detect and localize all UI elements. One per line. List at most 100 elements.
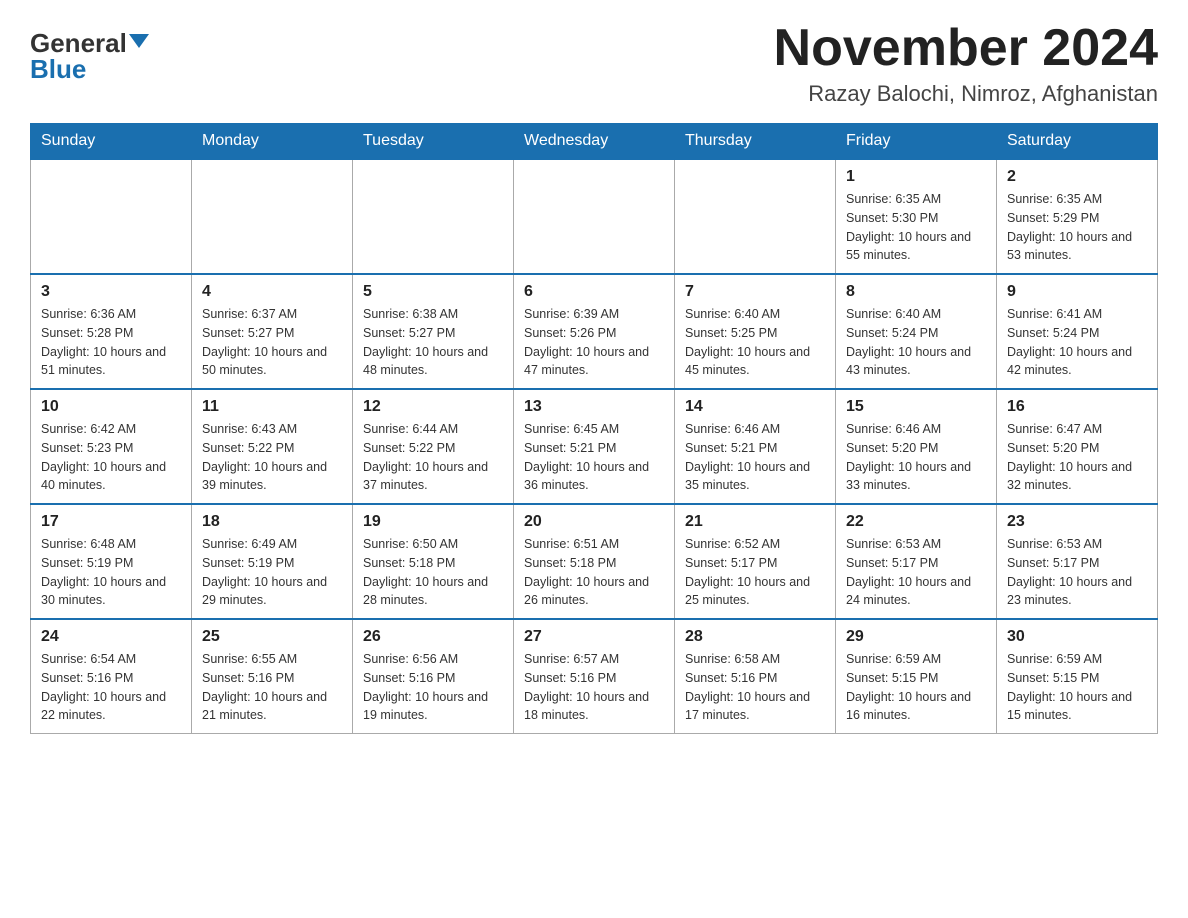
cell-sun-info: Sunrise: 6:47 AMSunset: 5:20 PMDaylight:…	[1007, 420, 1147, 495]
calendar-row: 24Sunrise: 6:54 AMSunset: 5:16 PMDayligh…	[31, 619, 1158, 734]
cell-sun-info: Sunrise: 6:35 AMSunset: 5:29 PMDaylight:…	[1007, 190, 1147, 265]
cell-sun-info: Sunrise: 6:53 AMSunset: 5:17 PMDaylight:…	[846, 535, 986, 610]
cell-day-number: 5	[363, 283, 503, 301]
cell-day-number: 19	[363, 513, 503, 531]
calendar-row: 10 Sunrise: 6:42 AMSunset: 5:23 PMDayligh…	[31, 389, 1158, 504]
cell-day-number: 22	[846, 513, 986, 531]
calendar-table: SundayMondayTuesdayWednesdayThursdayFrid…	[30, 123, 1158, 734]
cell-sun-info: Sunrise: 6:46 AMSunset: 5:20 PMDaylight:…	[846, 420, 986, 495]
calendar-cell: 3 Sunrise: 6:36 AMSunset: 5:28 PMDaylight…	[31, 274, 192, 389]
calendar-cell: 4 Sunrise: 6:37 AMSunset: 5:27 PMDaylight…	[192, 274, 353, 389]
calendar-cell: 2 Sunrise: 6:35 AMSunset: 5:29 PMDaylight…	[997, 159, 1158, 274]
cell-sun-info: Sunrise: 6:37 AMSunset: 5:27 PMDaylight:…	[202, 305, 342, 380]
cell-sun-info: Sunrise: 6:43 AMSunset: 5:22 PMDaylight:…	[202, 420, 342, 495]
calendar-cell: 28Sunrise: 6:58 AMSunset: 5:16 PMDayligh…	[675, 619, 836, 734]
calendar-cell: 21Sunrise: 6:52 AMSunset: 5:17 PMDayligh…	[675, 504, 836, 619]
calendar-cell: 1Sunrise: 6:35 AMSunset: 5:30 PMDaylight…	[836, 159, 997, 274]
cell-sun-info: Sunrise: 6:36 AMSunset: 5:28 PMDaylight:…	[41, 305, 181, 380]
cell-day-number: 18	[202, 513, 342, 531]
cell-sun-info: Sunrise: 6:53 AMSunset: 5:17 PMDaylight:…	[1007, 535, 1147, 610]
calendar-cell: 24Sunrise: 6:54 AMSunset: 5:16 PMDayligh…	[31, 619, 192, 734]
logo-general: General	[30, 30, 127, 56]
calendar-cell: 25 Sunrise: 6:55 AMSunset: 5:16 PMDayligh…	[192, 619, 353, 734]
weekday-header: Sunday	[31, 124, 192, 160]
calendar-cell: 27 Sunrise: 6:57 AMSunset: 5:16 PMDayligh…	[514, 619, 675, 734]
cell-day-number: 12	[363, 398, 503, 416]
cell-day-number: 29	[846, 628, 986, 646]
calendar-cell: 23 Sunrise: 6:53 AMSunset: 5:17 PMDayligh…	[997, 504, 1158, 619]
cell-day-number: 13	[524, 398, 664, 416]
calendar-cell	[353, 159, 514, 274]
cell-day-number: 14	[685, 398, 825, 416]
cell-day-number: 23	[1007, 513, 1147, 531]
calendar-cell: 6Sunrise: 6:39 AMSunset: 5:26 PMDaylight…	[514, 274, 675, 389]
calendar-cell	[192, 159, 353, 274]
cell-day-number: 15	[846, 398, 986, 416]
calendar-row: 3 Sunrise: 6:36 AMSunset: 5:28 PMDaylight…	[31, 274, 1158, 389]
cell-sun-info: Sunrise: 6:59 AMSunset: 5:15 PMDaylight:…	[846, 650, 986, 725]
cell-day-number: 11	[202, 398, 342, 416]
cell-sun-info: Sunrise: 6:40 AMSunset: 5:24 PMDaylight:…	[846, 305, 986, 380]
calendar-cell: 7 Sunrise: 6:40 AMSunset: 5:25 PMDaylight…	[675, 274, 836, 389]
cell-sun-info: Sunrise: 6:38 AMSunset: 5:27 PMDaylight:…	[363, 305, 503, 380]
cell-day-number: 21	[685, 513, 825, 531]
cell-day-number: 8	[846, 283, 986, 301]
cell-day-number: 30	[1007, 628, 1147, 646]
cell-day-number: 10	[41, 398, 181, 416]
calendar-cell	[675, 159, 836, 274]
cell-day-number: 28	[685, 628, 825, 646]
calendar-cell: 14Sunrise: 6:46 AMSunset: 5:21 PMDayligh…	[675, 389, 836, 504]
cell-day-number: 9	[1007, 283, 1147, 301]
calendar-row: 17 Sunrise: 6:48 AMSunset: 5:19 PMDayligh…	[31, 504, 1158, 619]
title-block: November 2024 Razay Balochi, Nimroz, Afg…	[774, 20, 1158, 107]
cell-day-number: 2	[1007, 168, 1147, 186]
cell-sun-info: Sunrise: 6:42 AMSunset: 5:23 PMDaylight:…	[41, 420, 181, 495]
cell-sun-info: Sunrise: 6:51 AMSunset: 5:18 PMDaylight:…	[524, 535, 664, 610]
weekday-header: Tuesday	[353, 124, 514, 160]
cell-day-number: 27	[524, 628, 664, 646]
cell-day-number: 24	[41, 628, 181, 646]
cell-sun-info: Sunrise: 6:57 AMSunset: 5:16 PMDaylight:…	[524, 650, 664, 725]
calendar-cell	[31, 159, 192, 274]
weekday-header: Thursday	[675, 124, 836, 160]
cell-day-number: 16	[1007, 398, 1147, 416]
calendar-cell: 19 Sunrise: 6:50 AMSunset: 5:18 PMDayligh…	[353, 504, 514, 619]
cell-day-number: 1	[846, 168, 986, 186]
calendar-cell: 29 Sunrise: 6:59 AMSunset: 5:15 PMDayligh…	[836, 619, 997, 734]
page-header: General Blue November 2024 Razay Balochi…	[30, 20, 1158, 107]
calendar-cell: 17 Sunrise: 6:48 AMSunset: 5:19 PMDayligh…	[31, 504, 192, 619]
cell-day-number: 20	[524, 513, 664, 531]
cell-day-number: 26	[363, 628, 503, 646]
calendar-cell: 10 Sunrise: 6:42 AMSunset: 5:23 PMDayligh…	[31, 389, 192, 504]
cell-sun-info: Sunrise: 6:44 AMSunset: 5:22 PMDaylight:…	[363, 420, 503, 495]
cell-day-number: 17	[41, 513, 181, 531]
cell-sun-info: Sunrise: 6:50 AMSunset: 5:18 PMDaylight:…	[363, 535, 503, 610]
weekday-header: Friday	[836, 124, 997, 160]
calendar-header-row: SundayMondayTuesdayWednesdayThursdayFrid…	[31, 124, 1158, 160]
calendar-cell: 13 Sunrise: 6:45 AMSunset: 5:21 PMDayligh…	[514, 389, 675, 504]
cell-day-number: 3	[41, 283, 181, 301]
calendar-cell: 12 Sunrise: 6:44 AMSunset: 5:22 PMDayligh…	[353, 389, 514, 504]
cell-day-number: 4	[202, 283, 342, 301]
calendar-cell: 20 Sunrise: 6:51 AMSunset: 5:18 PMDayligh…	[514, 504, 675, 619]
weekday-header: Monday	[192, 124, 353, 160]
cell-sun-info: Sunrise: 6:59 AMSunset: 5:15 PMDaylight:…	[1007, 650, 1147, 725]
calendar-cell: 11 Sunrise: 6:43 AMSunset: 5:22 PMDayligh…	[192, 389, 353, 504]
weekday-header: Saturday	[997, 124, 1158, 160]
calendar-cell	[514, 159, 675, 274]
cell-sun-info: Sunrise: 6:40 AMSunset: 5:25 PMDaylight:…	[685, 305, 825, 380]
calendar-cell: 15 Sunrise: 6:46 AMSunset: 5:20 PMDayligh…	[836, 389, 997, 504]
cell-sun-info: Sunrise: 6:56 AMSunset: 5:16 PMDaylight:…	[363, 650, 503, 725]
cell-sun-info: Sunrise: 6:55 AMSunset: 5:16 PMDaylight:…	[202, 650, 342, 725]
cell-day-number: 25	[202, 628, 342, 646]
calendar-cell: 26 Sunrise: 6:56 AMSunset: 5:16 PMDayligh…	[353, 619, 514, 734]
cell-sun-info: Sunrise: 6:48 AMSunset: 5:19 PMDaylight:…	[41, 535, 181, 610]
cell-day-number: 6	[524, 283, 664, 301]
calendar-cell: 18 Sunrise: 6:49 AMSunset: 5:19 PMDayligh…	[192, 504, 353, 619]
cell-day-number: 7	[685, 283, 825, 301]
logo-arrow-icon	[129, 34, 149, 48]
cell-sun-info: Sunrise: 6:45 AMSunset: 5:21 PMDaylight:…	[524, 420, 664, 495]
weekday-header: Wednesday	[514, 124, 675, 160]
calendar-cell: 22 Sunrise: 6:53 AMSunset: 5:17 PMDayligh…	[836, 504, 997, 619]
cell-sun-info: Sunrise: 6:49 AMSunset: 5:19 PMDaylight:…	[202, 535, 342, 610]
